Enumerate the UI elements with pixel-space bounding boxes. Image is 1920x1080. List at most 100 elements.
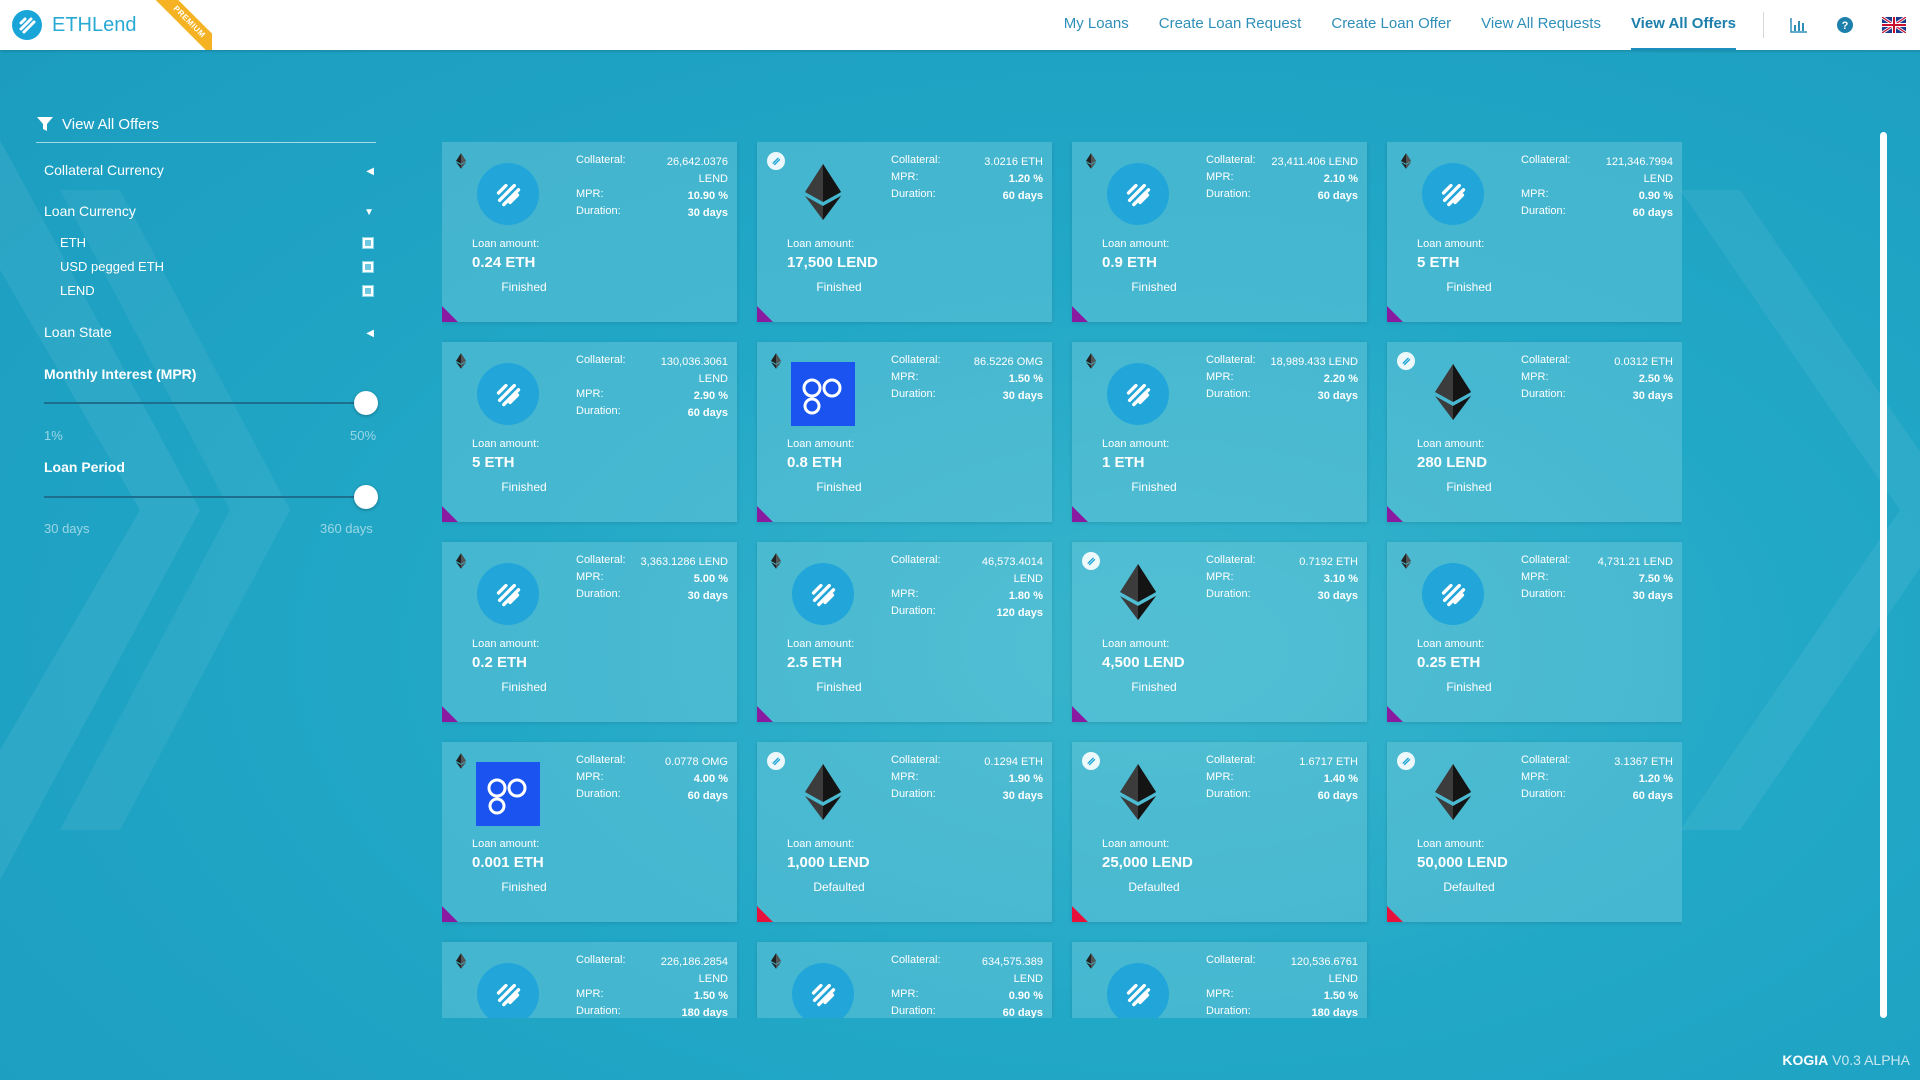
nav-create-loan-offer[interactable]: Create Loan Offer — [1331, 0, 1451, 50]
duration-label: Duration: — [891, 388, 936, 400]
offer-card[interactable]: Collateral: 226,186.2854 LEND MPR: 1.50 % Du… — [442, 942, 737, 1018]
offer-card[interactable]: Collateral: 634,575.389 LEND MPR: 0.90 % Dur… — [757, 942, 1052, 1018]
offer-card[interactable]: Collateral: 0.0312 ETH MPR: 2.50 % Duration:… — [1387, 342, 1682, 522]
collateral-currency-toggle[interactable]: Collateral Currency ◀ — [44, 162, 374, 178]
loan-state: Defaulted — [1443, 880, 1495, 894]
currency-option-usd-pegged-eth[interactable]: USD pegged ETH — [60, 259, 374, 274]
bar-chart-icon[interactable] — [1790, 17, 1808, 33]
collateral-row: Collateral: 226,186.2854 LEND — [576, 954, 728, 988]
collateral-value: 3.1367 ETH — [1614, 756, 1673, 768]
scrollbar[interactable] — [1880, 132, 1887, 1018]
eth-logo-icon — [805, 763, 841, 825]
collateral-logo — [476, 362, 540, 426]
offers-grid: Collateral: 26,642.0376 LEND MPR: 10.90 % Du… — [442, 142, 1682, 1018]
mpr-label: MPR: — [576, 571, 604, 583]
period-slider-track[interactable] — [44, 485, 378, 509]
collateral-logo — [1106, 962, 1170, 1018]
offer-card[interactable]: Collateral: 3.0216 ETH MPR: 1.20 % Duration:… — [757, 142, 1052, 322]
mpr-label: MPR: — [891, 771, 919, 783]
offer-card[interactable]: Collateral: 3,363.1286 LEND MPR: 5.00 % Dura… — [442, 542, 737, 722]
mpr-value: 1.20 % — [1638, 773, 1673, 785]
loan-state: Finished — [1446, 480, 1492, 494]
offer-info: Collateral: 1.6717 ETH MPR: 1.40 % Duration:… — [1206, 754, 1358, 805]
currency-checkbox[interactable] — [362, 261, 374, 273]
collateral-value: 86.5226 OMG — [973, 356, 1043, 368]
mpr-label: MPR: — [891, 588, 919, 600]
mpr-row: MPR: 1.20 % — [1521, 771, 1673, 788]
eth-coin-icon — [1082, 352, 1100, 370]
collateral-logo — [476, 962, 540, 1018]
state-indicator — [1072, 906, 1088, 922]
mpr-label: MPR: — [1206, 371, 1234, 383]
offer-card[interactable]: Collateral: 1.6717 ETH MPR: 1.40 % Duration:… — [1072, 742, 1367, 922]
mpr-slider-track[interactable] — [44, 391, 378, 415]
collateral-row: Collateral: 3,363.1286 LEND — [576, 554, 728, 571]
loan-amount-label: Loan amount: — [1417, 638, 1485, 650]
mpr-label: MPR: — [1206, 571, 1234, 583]
collateral-logo — [1106, 362, 1170, 426]
duration-row: Duration: 60 days — [576, 405, 728, 422]
state-indicator — [442, 906, 458, 922]
omg-logo-icon — [476, 762, 540, 826]
currency-checkbox[interactable] — [362, 237, 374, 249]
offer-card[interactable]: Collateral: 3.1367 ETH MPR: 1.20 % Duration:… — [1387, 742, 1682, 922]
offer-info: Collateral: 130,036.3061 LEND MPR: 2.90 % Du… — [576, 354, 728, 422]
loan-amount-value: 2.5 ETH — [787, 654, 843, 671]
eth-logo-icon — [805, 163, 841, 225]
duration-label: Duration: — [1206, 388, 1251, 400]
period-min-label: 30 days — [44, 521, 90, 536]
duration-label: Duration: — [891, 605, 936, 617]
loan-amount-value: 5 ETH — [1417, 254, 1460, 271]
offer-card[interactable]: Collateral: 0.0778 OMG MPR: 4.00 % Duration:… — [442, 742, 737, 922]
filter-icon — [37, 117, 53, 131]
uk-flag-icon[interactable] — [1882, 17, 1906, 33]
offer-card[interactable]: Collateral: 26,642.0376 LEND MPR: 10.90 % Du… — [442, 142, 737, 322]
offer-card[interactable]: Collateral: 0.1294 ETH MPR: 1.90 % Duration:… — [757, 742, 1052, 922]
offer-card[interactable]: Collateral: 4,731.21 LEND MPR: 7.50 % Durati… — [1387, 542, 1682, 722]
nav-create-loan-request[interactable]: Create Loan Request — [1159, 0, 1302, 50]
brand-logo[interactable]: ETHLend — [12, 10, 137, 40]
currency-option-label: LEND — [60, 283, 95, 298]
offer-card[interactable]: Collateral: 130,036.3061 LEND MPR: 2.90 % Du… — [442, 342, 737, 522]
duration-label: Duration: — [1206, 788, 1251, 800]
collateral-value: 120,536.6761 LEND — [1290, 956, 1358, 985]
offer-card[interactable]: Collateral: 120,536.6761 LEND MPR: 1.50 % Du… — [1072, 942, 1367, 1018]
nav-view-all-requests[interactable]: View All Requests — [1481, 0, 1601, 50]
nav-my-loans[interactable]: My Loans — [1064, 0, 1129, 50]
offer-card[interactable]: Collateral: 46,573.4014 LEND MPR: 1.80 % Dur… — [757, 542, 1052, 722]
collateral-logo — [1421, 362, 1485, 426]
offer-card[interactable]: Collateral: 121,346.7994 LEND MPR: 0.90 % Du… — [1387, 142, 1682, 322]
help-icon[interactable]: ? — [1836, 16, 1854, 34]
currency-option-eth[interactable]: ETH — [60, 235, 374, 250]
collateral-logo — [791, 962, 855, 1018]
currency-option-lend[interactable]: LEND — [60, 283, 374, 298]
duration-row: Duration: 30 days — [1206, 388, 1358, 405]
state-indicator — [757, 906, 773, 922]
duration-label: Duration: — [576, 788, 621, 800]
collateral-logo — [476, 562, 540, 626]
duration-label: Duration: — [576, 588, 621, 600]
mpr-value: 1.50 % — [1008, 373, 1043, 385]
duration-row: Duration: 30 days — [576, 205, 728, 222]
eth-coin-icon — [452, 152, 470, 170]
duration-value: 60 days — [1002, 190, 1043, 202]
collateral-logo — [791, 762, 855, 826]
lend-logo-icon — [477, 163, 539, 225]
offer-card[interactable]: Collateral: 0.7192 ETH MPR: 3.10 % Duration:… — [1072, 542, 1367, 722]
offer-card[interactable]: Collateral: 23,411.406 LEND MPR: 2.10 % Dura… — [1072, 142, 1367, 322]
period-slider-knob[interactable] — [354, 485, 378, 509]
currency-checkbox[interactable] — [362, 285, 374, 297]
mpr-value: 2.90 % — [693, 390, 728, 402]
loan-state-toggle[interactable]: Loan State ◀ — [44, 324, 374, 340]
collateral-label: Collateral: — [891, 954, 941, 966]
offer-card[interactable]: Collateral: 86.5226 OMG MPR: 1.50 % Duration… — [757, 342, 1052, 522]
currency-option-label: ETH — [60, 235, 86, 250]
offer-card[interactable]: Collateral: 18,989.433 LEND MPR: 2.20 % Dura… — [1072, 342, 1367, 522]
nav-view-all-offers[interactable]: View All Offers — [1630, 0, 1736, 50]
duration-row: Duration: 60 days — [1521, 205, 1673, 222]
duration-label: Duration: — [576, 405, 621, 417]
loan-currency-toggle[interactable]: Loan Currency ▼ — [44, 203, 374, 219]
state-indicator — [1387, 906, 1403, 922]
mpr-slider-knob[interactable] — [354, 391, 378, 415]
duration-label: Duration: — [1521, 588, 1566, 600]
